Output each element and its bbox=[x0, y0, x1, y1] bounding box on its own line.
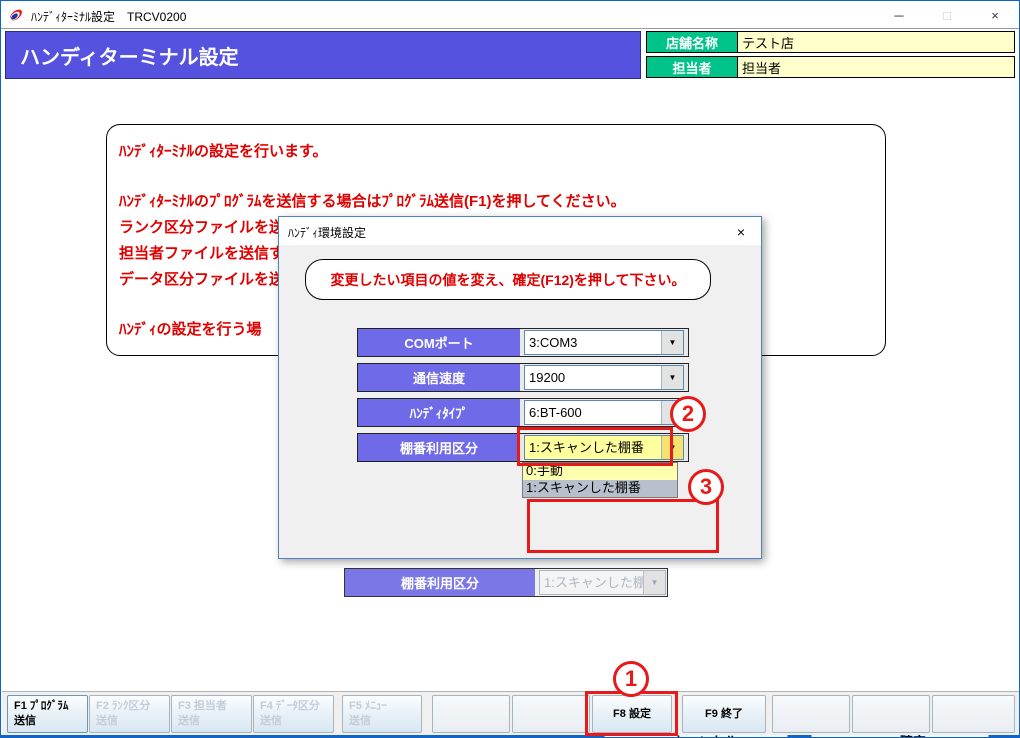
button-label: 送信 bbox=[14, 715, 36, 727]
step2-badge: 2 bbox=[670, 396, 706, 432]
handy-type-row: ﾊﾝﾃﾞｨﾀｲﾌﾟ 6:BT-600 ▼ bbox=[357, 398, 689, 427]
button-label: 送信 bbox=[96, 715, 118, 727]
minimize-icon[interactable]: ─ bbox=[875, 1, 923, 29]
step2-highlight-box bbox=[517, 427, 673, 466]
dialog-titlebar: ﾊﾝﾃﾞｨ環境設定 × bbox=[279, 217, 761, 245]
step1-badge: 1 bbox=[613, 661, 649, 697]
empty-function-button bbox=[932, 695, 1015, 733]
chevron-down-icon: ▼ bbox=[643, 571, 665, 594]
dropdown-option-scanned[interactable]: 1:スキャンした棚番 bbox=[523, 480, 677, 497]
step3-badge: 3 bbox=[688, 469, 724, 505]
handy-type-combo[interactable]: 6:BT-600 ▼ bbox=[524, 400, 684, 425]
shelf-usage-label: 棚番利用区分 bbox=[345, 569, 535, 596]
step1-highlight-box bbox=[585, 691, 678, 736]
com-port-combo[interactable]: 3:COM3 ▼ bbox=[524, 330, 684, 355]
chevron-down-icon[interactable]: ▼ bbox=[661, 366, 683, 389]
baud-rate-combo[interactable]: 19200 ▼ bbox=[524, 365, 684, 390]
f1-program-send-button[interactable]: F1 ﾌﾟﾛｸﾞﾗﾑ 送信 bbox=[7, 695, 88, 733]
f4-data-send-button: F4 ﾃﾞｰﾀ区分 送信 bbox=[253, 695, 334, 733]
shelf-usage-field-disabled: 棚番利用区分 1:スキャンした棚番 ▼ bbox=[344, 568, 668, 597]
page-header: ハンディターミナル設定 店舗名称 テスト店 担当者 担当者 bbox=[1, 30, 1019, 81]
maximize-icon: □ bbox=[943, 7, 951, 23]
button-label: F1 ﾌﾟﾛｸﾞﾗﾑ bbox=[14, 700, 69, 712]
button-label: 送信 bbox=[178, 715, 200, 727]
store-name-value: テスト店 bbox=[738, 31, 1015, 53]
button-label: F4 ﾃﾞｰﾀ区分 bbox=[260, 700, 320, 712]
instruction-line: 担当者ファイルを送信す bbox=[119, 245, 285, 262]
dialog-message: 変更したい項目の値を変え、確定(F12)を押して下さい。 bbox=[330, 271, 686, 288]
empty-function-button bbox=[432, 695, 510, 733]
page-title: ハンディターミナル設定 bbox=[5, 31, 641, 79]
handy-type-label: ﾊﾝﾃﾞｨﾀｲﾌﾟ bbox=[358, 399, 520, 426]
f3-staff-send-button: F3 担当者 送信 bbox=[171, 695, 252, 733]
instruction-line: ランク区分ファイルを送 bbox=[119, 219, 285, 236]
staff-value: 担当者 bbox=[738, 56, 1015, 78]
shelf-usage-combo-disabled: 1:スキャンした棚番 ▼ bbox=[539, 570, 666, 595]
shelf-usage-label: 棚番利用区分 bbox=[358, 434, 520, 461]
handy-type-value: 6:BT-600 bbox=[529, 405, 582, 420]
button-label: 送信 bbox=[349, 715, 371, 727]
com-port-row: COMポート 3:COM3 ▼ bbox=[357, 328, 689, 357]
app-icon bbox=[10, 9, 22, 21]
f2-rank-send-button: F2 ﾗﾝｸ区分 送信 bbox=[89, 695, 170, 733]
empty-function-button bbox=[852, 695, 930, 733]
instruction-line: ﾊﾝﾃﾞｨの設定を行う場 bbox=[119, 321, 262, 338]
button-label: F5 ﾒﾆｭｰ bbox=[349, 700, 387, 712]
app-window: ﾊﾝﾃﾞｨﾀｰﾐﾅﾙ設定 TRCV0200 ─ □ × ハンディターミナル設定 … bbox=[0, 0, 1020, 738]
store-name-label: 店舗名称 bbox=[646, 31, 738, 53]
staff-label: 担当者 bbox=[646, 56, 738, 78]
baud-rate-row: 通信速度 19200 ▼ bbox=[357, 363, 689, 392]
dialog-close-icon[interactable]: × bbox=[727, 222, 755, 241]
titlebar: ﾊﾝﾃﾞｨﾀｰﾐﾅﾙ設定 TRCV0200 ─ □ × bbox=[1, 1, 1019, 29]
instruction-line: ﾊﾝﾃﾞｨﾀｰﾐﾅﾙの設定を行います。 bbox=[119, 143, 328, 160]
button-label: F3 担当者 bbox=[178, 700, 227, 712]
baud-rate-label: 通信速度 bbox=[358, 364, 520, 391]
dialog-message-box: 変更したい項目の値を変え、確定(F12)を押して下さい。 bbox=[305, 259, 711, 300]
button-label: F2 ﾗﾝｸ区分 bbox=[96, 700, 151, 712]
com-port-value: 3:COM3 bbox=[529, 335, 578, 350]
close-icon[interactable]: × bbox=[971, 1, 1019, 29]
shelf-usage-dropdown-list: 0:手動 1:スキャンした棚番 bbox=[522, 462, 678, 498]
com-port-label: COMポート bbox=[358, 329, 520, 356]
window-title: ﾊﾝﾃﾞｨﾀｰﾐﾅﾙ設定 TRCV0200 bbox=[31, 10, 187, 24]
f9-exit-button[interactable]: F9 終了 bbox=[682, 695, 766, 733]
empty-function-button bbox=[512, 695, 590, 733]
chevron-down-icon[interactable]: ▼ bbox=[661, 331, 683, 354]
button-label: 送信 bbox=[260, 715, 282, 727]
step3-highlight-box bbox=[527, 499, 719, 553]
instruction-line: ﾊﾝﾃﾞｨﾀｰﾐﾅﾙのﾌﾟﾛｸﾞﾗﾑを送信する場合はﾌﾟﾛｸﾞﾗﾑ送信(F1)を… bbox=[119, 193, 626, 210]
empty-function-button bbox=[772, 695, 850, 733]
instruction-line: データ区分ファイルを送 bbox=[119, 271, 285, 288]
function-key-bar: F1 ﾌﾟﾛｸﾞﾗﾑ 送信 F2 ﾗﾝｸ区分 送信 F3 担当者 送信 F4 ﾃ… bbox=[2, 691, 1019, 735]
f5-menu-send-button: F5 ﾒﾆｭｰ 送信 bbox=[342, 695, 422, 733]
dialog-title: ﾊﾝﾃﾞｨ環境設定 bbox=[288, 226, 367, 240]
baud-rate-value: 19200 bbox=[529, 370, 566, 385]
